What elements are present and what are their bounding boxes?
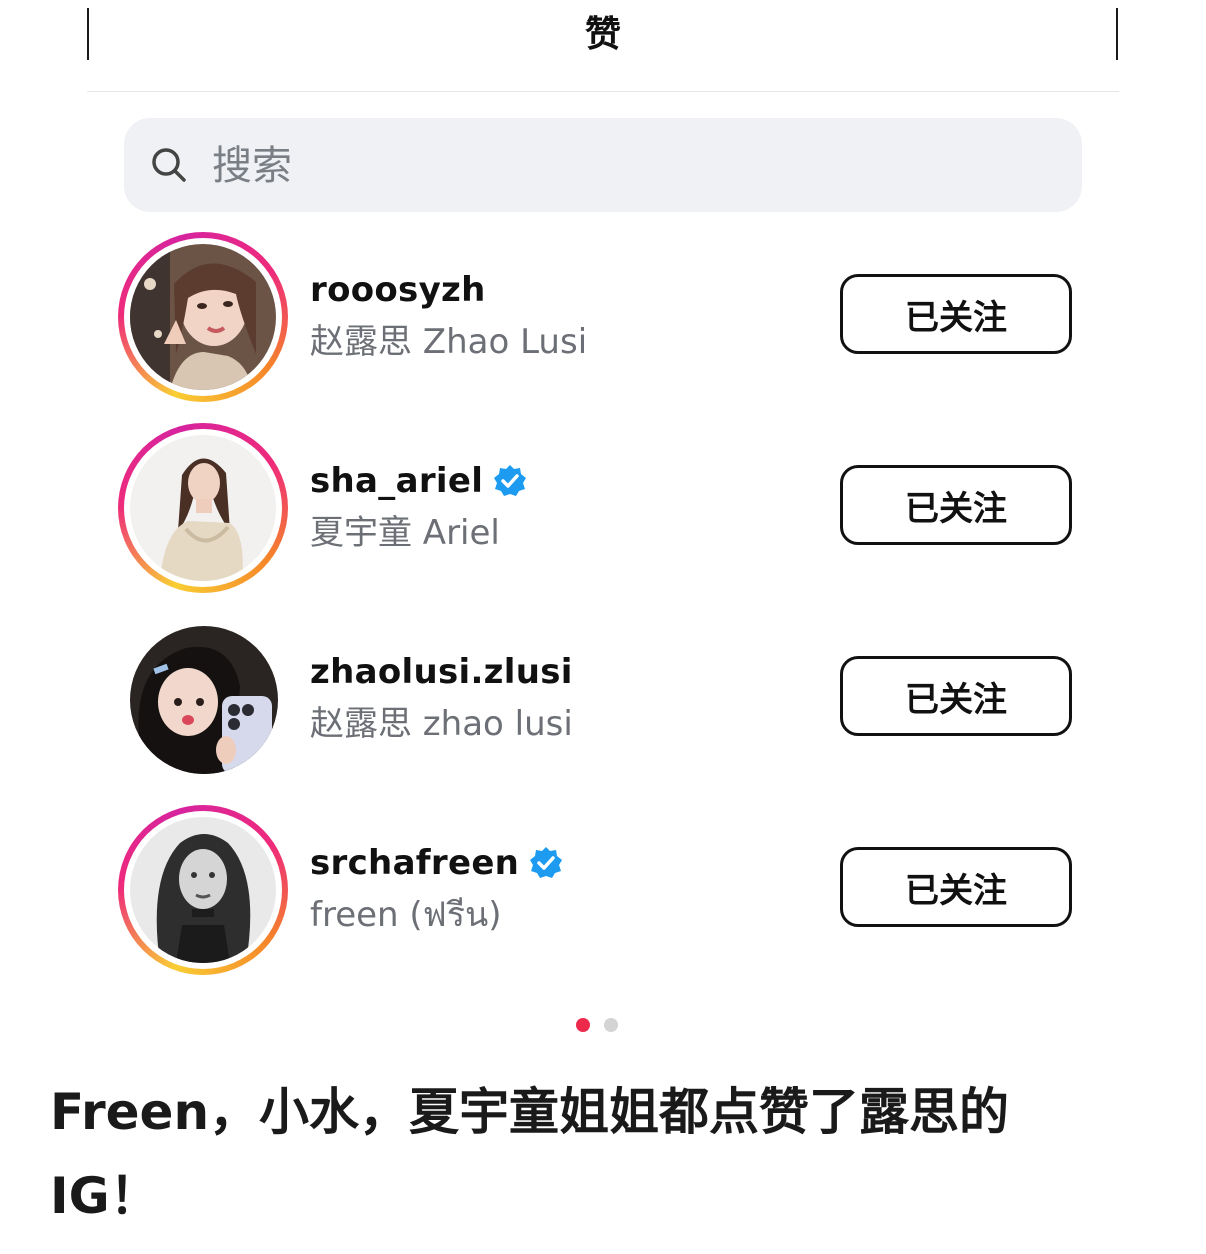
username[interactable]: srchafreen (310, 843, 519, 883)
display-name: freen (ฟรีน) (310, 895, 502, 935)
username[interactable]: sha_ariel (310, 461, 483, 501)
page-dot-active[interactable] (576, 1018, 590, 1032)
search-icon (152, 148, 186, 182)
display-name: 夏宇童 Ariel (310, 513, 500, 553)
page-title: 赞 (584, 14, 621, 55)
verified-badge-icon (530, 847, 563, 878)
post-caption: Freen，小水，夏宇童姐姐都点赞了露思的 IG！ (50, 1070, 1150, 1238)
following-button[interactable]: 已关注 (840, 847, 1072, 927)
list-item[interactable]: rooosyzh 赵露思 Zhao Lusi 已关注 (118, 232, 1078, 404)
caption-line-1: Freen，小水，夏宇童姐姐都点赞了露思的 (50, 1083, 1010, 1141)
caption-line-2: IG！ (50, 1167, 160, 1225)
avatar[interactable] (130, 244, 276, 390)
page-dot[interactable] (604, 1018, 618, 1032)
following-button[interactable]: 已关注 (840, 465, 1072, 545)
page-indicator (576, 1018, 618, 1032)
following-button[interactable]: 已关注 (840, 274, 1072, 354)
story-ring[interactable] (118, 423, 288, 593)
header-divider (87, 91, 1119, 92)
following-button[interactable]: 已关注 (840, 656, 1072, 736)
display-name: 赵露思 Zhao Lusi (310, 322, 588, 362)
story-ring[interactable] (118, 232, 288, 402)
username[interactable]: zhaolusi.zlusi (310, 652, 573, 692)
avatar[interactable] (130, 817, 276, 963)
avatar[interactable] (130, 626, 278, 774)
search-input[interactable] (210, 138, 1034, 194)
list-item[interactable]: zhaolusi.zlusi 赵露思 zhao lusi 已关注 (118, 614, 1078, 786)
search-bar[interactable] (124, 118, 1082, 212)
story-ring[interactable] (118, 805, 288, 975)
avatar[interactable] (130, 435, 276, 581)
display-name: 赵露思 zhao lusi (310, 704, 573, 744)
list-item[interactable]: srchafreen freen (ฟรีน) 已关注 (118, 805, 1078, 977)
username[interactable]: rooosyzh (310, 270, 486, 310)
list-item[interactable]: sha_ariel 夏宇童 Ariel 已关注 (118, 423, 1078, 595)
avatar-frame[interactable] (118, 614, 288, 784)
verified-badge-icon (494, 465, 527, 496)
